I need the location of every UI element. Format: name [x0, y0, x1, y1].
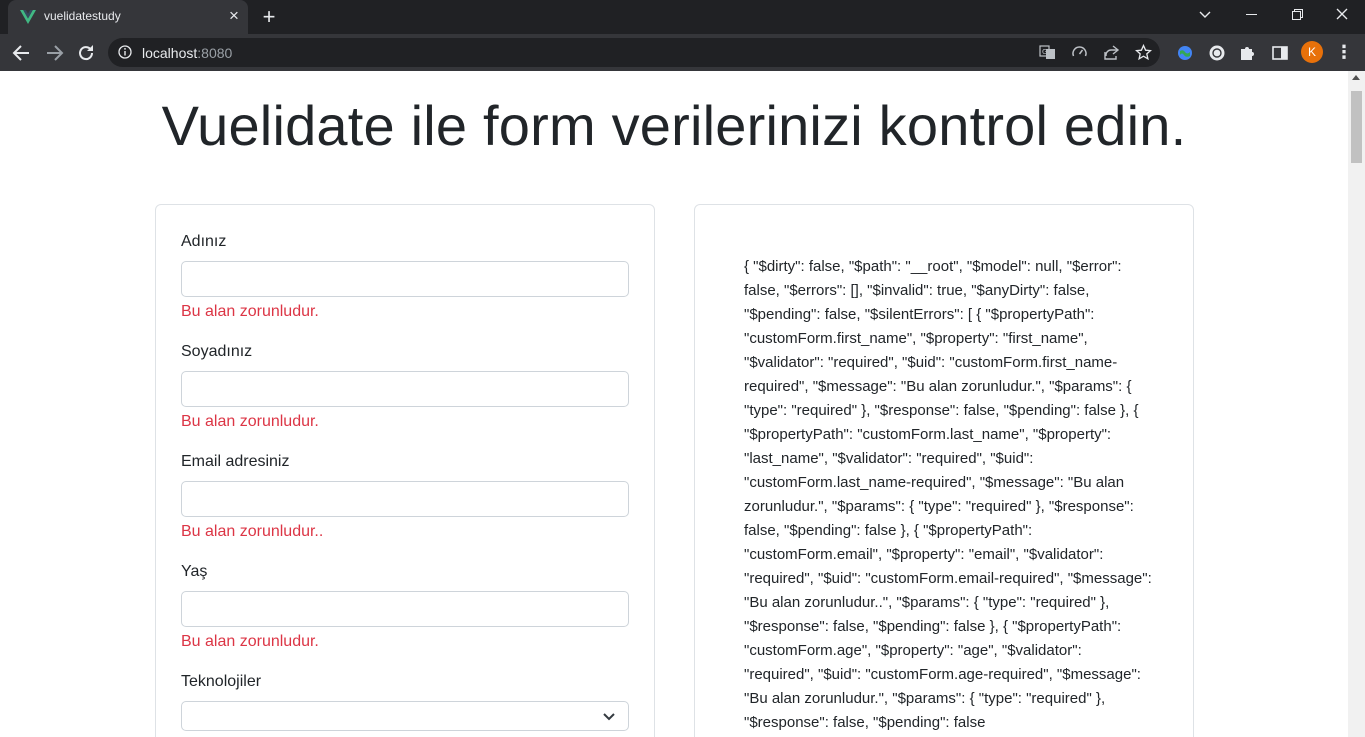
arrow-right-icon[interactable] [42, 41, 66, 65]
url-text[interactable]: localhost:8080 [142, 45, 232, 61]
restore-icon [1291, 9, 1303, 20]
svg-text:G: G [1042, 48, 1047, 56]
first-name-error: Bu alan zorunludur. [181, 303, 319, 320]
first-name-input[interactable] [181, 261, 629, 297]
info-icon[interactable] [118, 45, 132, 59]
technologies-select[interactable] [181, 701, 629, 731]
email-error: Bu alan zorunludur.. [181, 523, 324, 540]
url-port: :8080 [197, 45, 233, 61]
vue-logo-icon [20, 10, 36, 24]
gauge-icon[interactable] [1071, 44, 1088, 61]
browser-tab-bar: vuelidatestudy × + [0, 0, 1365, 34]
puzzle-icon[interactable] [1238, 43, 1258, 63]
technologies-label: Teknolojiler [181, 673, 262, 690]
minimize-button[interactable] [1228, 0, 1274, 30]
browser-toolbar: localhost:8080 G K ⋮ [0, 34, 1365, 71]
tab-title: vuelidatestudy [44, 9, 121, 23]
star-icon[interactable] [1135, 44, 1152, 61]
share-icon[interactable] [1103, 44, 1120, 61]
minimize-icon [1245, 14, 1257, 15]
page-scrollbar[interactable] [1348, 71, 1365, 737]
tab-search-button[interactable] [1182, 0, 1228, 30]
email-label: Email adresiniz [181, 453, 290, 470]
restore-button[interactable] [1274, 0, 1320, 30]
browser-tab[interactable]: vuelidatestudy × [8, 0, 248, 34]
close-icon[interactable]: × [226, 7, 242, 24]
address-bar[interactable]: localhost:8080 G [108, 38, 1160, 67]
url-host: localhost [142, 45, 198, 61]
validation-output-card: { "$dirty": false, "$path": "__root", "$… [694, 204, 1194, 737]
extension-globe-icon[interactable] [1175, 43, 1195, 63]
translate-icon[interactable]: G [1039, 44, 1056, 61]
last-name-error: Bu alan zorunludur. [181, 413, 319, 430]
more-menu-icon[interactable]: ⋮ [1335, 42, 1353, 62]
scroll-up-arrow-icon[interactable] [1352, 75, 1360, 80]
age-label: Yaş [181, 563, 208, 580]
plus-icon[interactable]: + [258, 6, 280, 28]
email-input[interactable] [181, 481, 629, 517]
last-name-label: Soyadınız [181, 343, 253, 360]
page-viewport: Vuelidate ile form verilerinizi kontrol … [0, 71, 1348, 737]
last-name-input[interactable] [181, 371, 629, 407]
avatar[interactable]: K [1301, 41, 1323, 63]
close-window-button[interactable] [1319, 0, 1365, 30]
chevron-down-icon [1199, 11, 1211, 18]
age-error: Bu alan zorunludur. [181, 633, 319, 650]
page-title: Vuelidate ile form verilerinizi kontrol … [161, 94, 1187, 157]
reload-icon[interactable] [74, 41, 98, 65]
side-panel-icon[interactable] [1270, 43, 1290, 63]
form-card: Adınız Bu alan zorunludur. Soyadınız Bu … [155, 204, 655, 737]
arrow-left-icon[interactable] [10, 41, 34, 65]
scroll-thumb[interactable] [1351, 91, 1362, 163]
validation-json: { "$dirty": false, "$path": "__root", "$… [744, 258, 1152, 731]
age-input[interactable] [181, 591, 629, 627]
close-icon [1336, 8, 1348, 20]
first-name-label: Adınız [181, 233, 227, 250]
extension-circle-icon[interactable] [1207, 43, 1227, 63]
chevron-down-icon [603, 713, 615, 721]
